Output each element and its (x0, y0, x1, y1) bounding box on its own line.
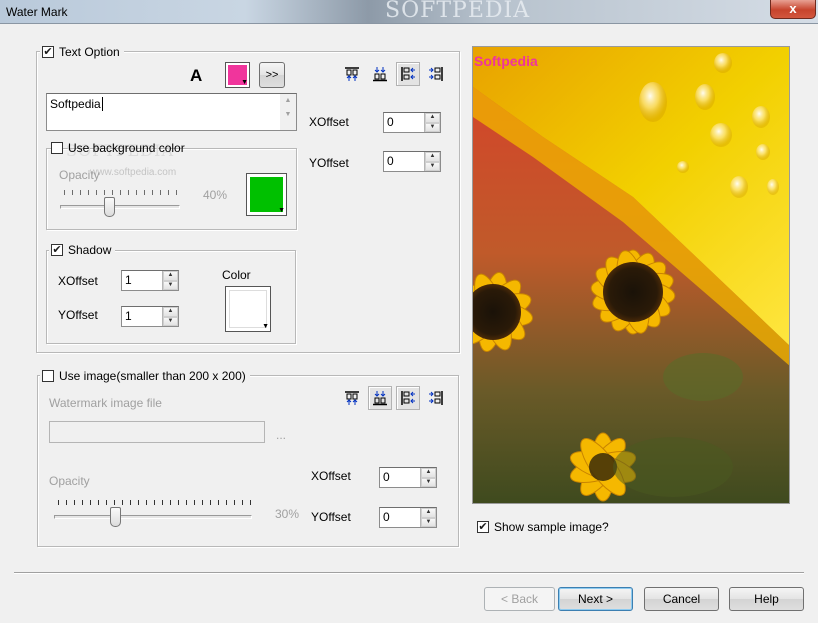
shadow-checkbox[interactable]: ✔ (51, 244, 63, 256)
text-option-checkbox[interactable]: ✔ (42, 46, 54, 58)
image-opacity-ticks (58, 500, 251, 505)
background-color-legend: Use background color (49, 141, 189, 155)
shadow-xoffset-value: 1 (125, 273, 132, 287)
watermark-text-field[interactable]: Softpedia ▲ ▼ (46, 93, 297, 131)
image-yoffset-label: YOffset (311, 510, 351, 524)
watermark-image-file-label: Watermark image file (49, 396, 162, 410)
sunflower-image (473, 47, 789, 503)
spin-down-icon[interactable]: ▼ (421, 477, 436, 487)
align-bottom-icon[interactable] (368, 386, 392, 410)
dropdown-arrow-icon: ▼ (278, 207, 285, 214)
text-xoffset-value: 0 (387, 115, 394, 129)
window-title: Water Mark (6, 5, 68, 19)
back-button[interactable]: < Back (484, 587, 555, 611)
spin-up-icon[interactable]: ▲ (163, 307, 178, 317)
watermark-image-file-field[interactable] (49, 421, 265, 443)
align-left-icon[interactable] (396, 62, 420, 86)
background-opacity-slider[interactable] (104, 197, 115, 217)
shadow-color-label: Color (222, 268, 251, 282)
image-yoffset-spinner[interactable]: 0 ▲ ▼ (379, 507, 437, 528)
image-option-label: Use image(smaller than 200 x 200) (59, 369, 246, 383)
show-sample-row: ✔ Show sample image? (475, 520, 613, 534)
shadow-yoffset-spinner[interactable]: 1 ▲ ▼ (121, 306, 179, 327)
spin-up-icon[interactable]: ▲ (421, 508, 436, 518)
background-opacity-ticks (64, 190, 179, 195)
spin-down-icon[interactable]: ▼ (421, 517, 436, 527)
preview-watermark-text: Softpedia (474, 53, 538, 69)
background-color-label: Use background color (68, 141, 185, 155)
text-xoffset-spinner[interactable]: 0 ▲ ▼ (383, 112, 441, 133)
image-xoffset-value: 0 (383, 470, 390, 484)
text-field-scrollbar[interactable]: ▲ ▼ (280, 94, 296, 130)
shadow-color-swatch[interactable]: ▼ (225, 286, 271, 332)
text-color-swatch[interactable]: ▼ (225, 62, 250, 88)
dropdown-arrow-icon: ▼ (262, 323, 269, 330)
shadow-legend: ✔ Shadow (49, 243, 116, 257)
next-button[interactable]: Next > (558, 587, 633, 611)
shadow-label: Shadow (68, 243, 112, 257)
preview-image (472, 46, 790, 504)
spin-down-icon[interactable]: ▼ (163, 316, 178, 326)
spin-up-icon[interactable]: ▲ (425, 152, 440, 162)
shadow-xoffset-label: XOffset (58, 274, 98, 288)
image-align-toolbar (340, 386, 448, 410)
background-opacity-track (60, 205, 180, 209)
shadow-xoffset-spinner[interactable]: 1 ▲ ▼ (121, 270, 179, 291)
image-opacity-label: Opacity (49, 474, 90, 488)
font-icon[interactable]: A (190, 66, 202, 86)
background-color-swatch[interactable]: ▼ (246, 173, 287, 216)
scroll-up-icon[interactable]: ▲ (280, 94, 296, 108)
background-color-checkbox[interactable] (51, 142, 63, 154)
align-bottom-icon[interactable] (368, 62, 392, 86)
spin-down-icon[interactable]: ▼ (425, 161, 440, 171)
image-xoffset-spinner[interactable]: 0 ▲ ▼ (379, 467, 437, 488)
image-option-legend: Use image(smaller than 200 x 200) (40, 369, 250, 383)
background-opacity-percent: 40% (203, 188, 228, 202)
align-top-icon[interactable] (340, 62, 364, 86)
show-sample-checkbox[interactable]: ✔ (477, 521, 489, 533)
image-opacity-percent: 30% (275, 507, 300, 521)
close-button[interactable]: x (770, 0, 816, 19)
text-yoffset-value: 0 (387, 154, 394, 168)
dropdown-arrow-icon: ▼ (241, 79, 248, 86)
shadow-yoffset-label: YOffset (58, 308, 98, 322)
footer-separator (14, 572, 804, 574)
text-option-legend: ✔ Text Option (40, 45, 124, 59)
align-top-icon[interactable] (340, 386, 364, 410)
align-right-icon[interactable] (424, 386, 448, 410)
align-right-icon[interactable] (424, 62, 448, 86)
shadow-yoffset-value: 1 (125, 309, 132, 323)
title-watermark-logo: SOFTPEDIA (385, 0, 531, 23)
spin-up-icon[interactable]: ▲ (421, 468, 436, 478)
image-yoffset-value: 0 (383, 510, 390, 524)
cancel-button[interactable]: Cancel (644, 587, 719, 611)
help-button[interactable]: Help (729, 587, 804, 611)
align-left-icon[interactable] (396, 386, 420, 410)
image-xoffset-label: XOffset (311, 469, 351, 483)
scroll-down-icon[interactable]: ▼ (280, 108, 296, 122)
browse-image-button[interactable]: ... (276, 428, 286, 442)
show-sample-label: Show sample image? (494, 520, 609, 534)
image-opacity-slider[interactable] (110, 507, 121, 527)
image-opacity-track (54, 515, 252, 519)
background-ghost-url: www.softpedia.com (90, 167, 177, 178)
text-yoffset-spinner[interactable]: 0 ▲ ▼ (383, 151, 441, 172)
spin-up-icon[interactable]: ▲ (425, 113, 440, 123)
spin-up-icon[interactable]: ▲ (163, 271, 178, 281)
text-yoffset-label: YOffset (309, 156, 349, 170)
text-xoffset-label: XOffset (309, 115, 349, 129)
more-button[interactable]: >> (259, 62, 285, 88)
spin-down-icon[interactable]: ▼ (163, 280, 178, 290)
text-align-toolbar (340, 62, 448, 86)
text-option-label: Text Option (59, 45, 120, 59)
spin-down-icon[interactable]: ▼ (425, 122, 440, 132)
background-opacity-label: Opacity (59, 168, 100, 182)
image-option-checkbox[interactable] (42, 370, 54, 382)
watermark-text-value: Softpedia (50, 97, 103, 111)
